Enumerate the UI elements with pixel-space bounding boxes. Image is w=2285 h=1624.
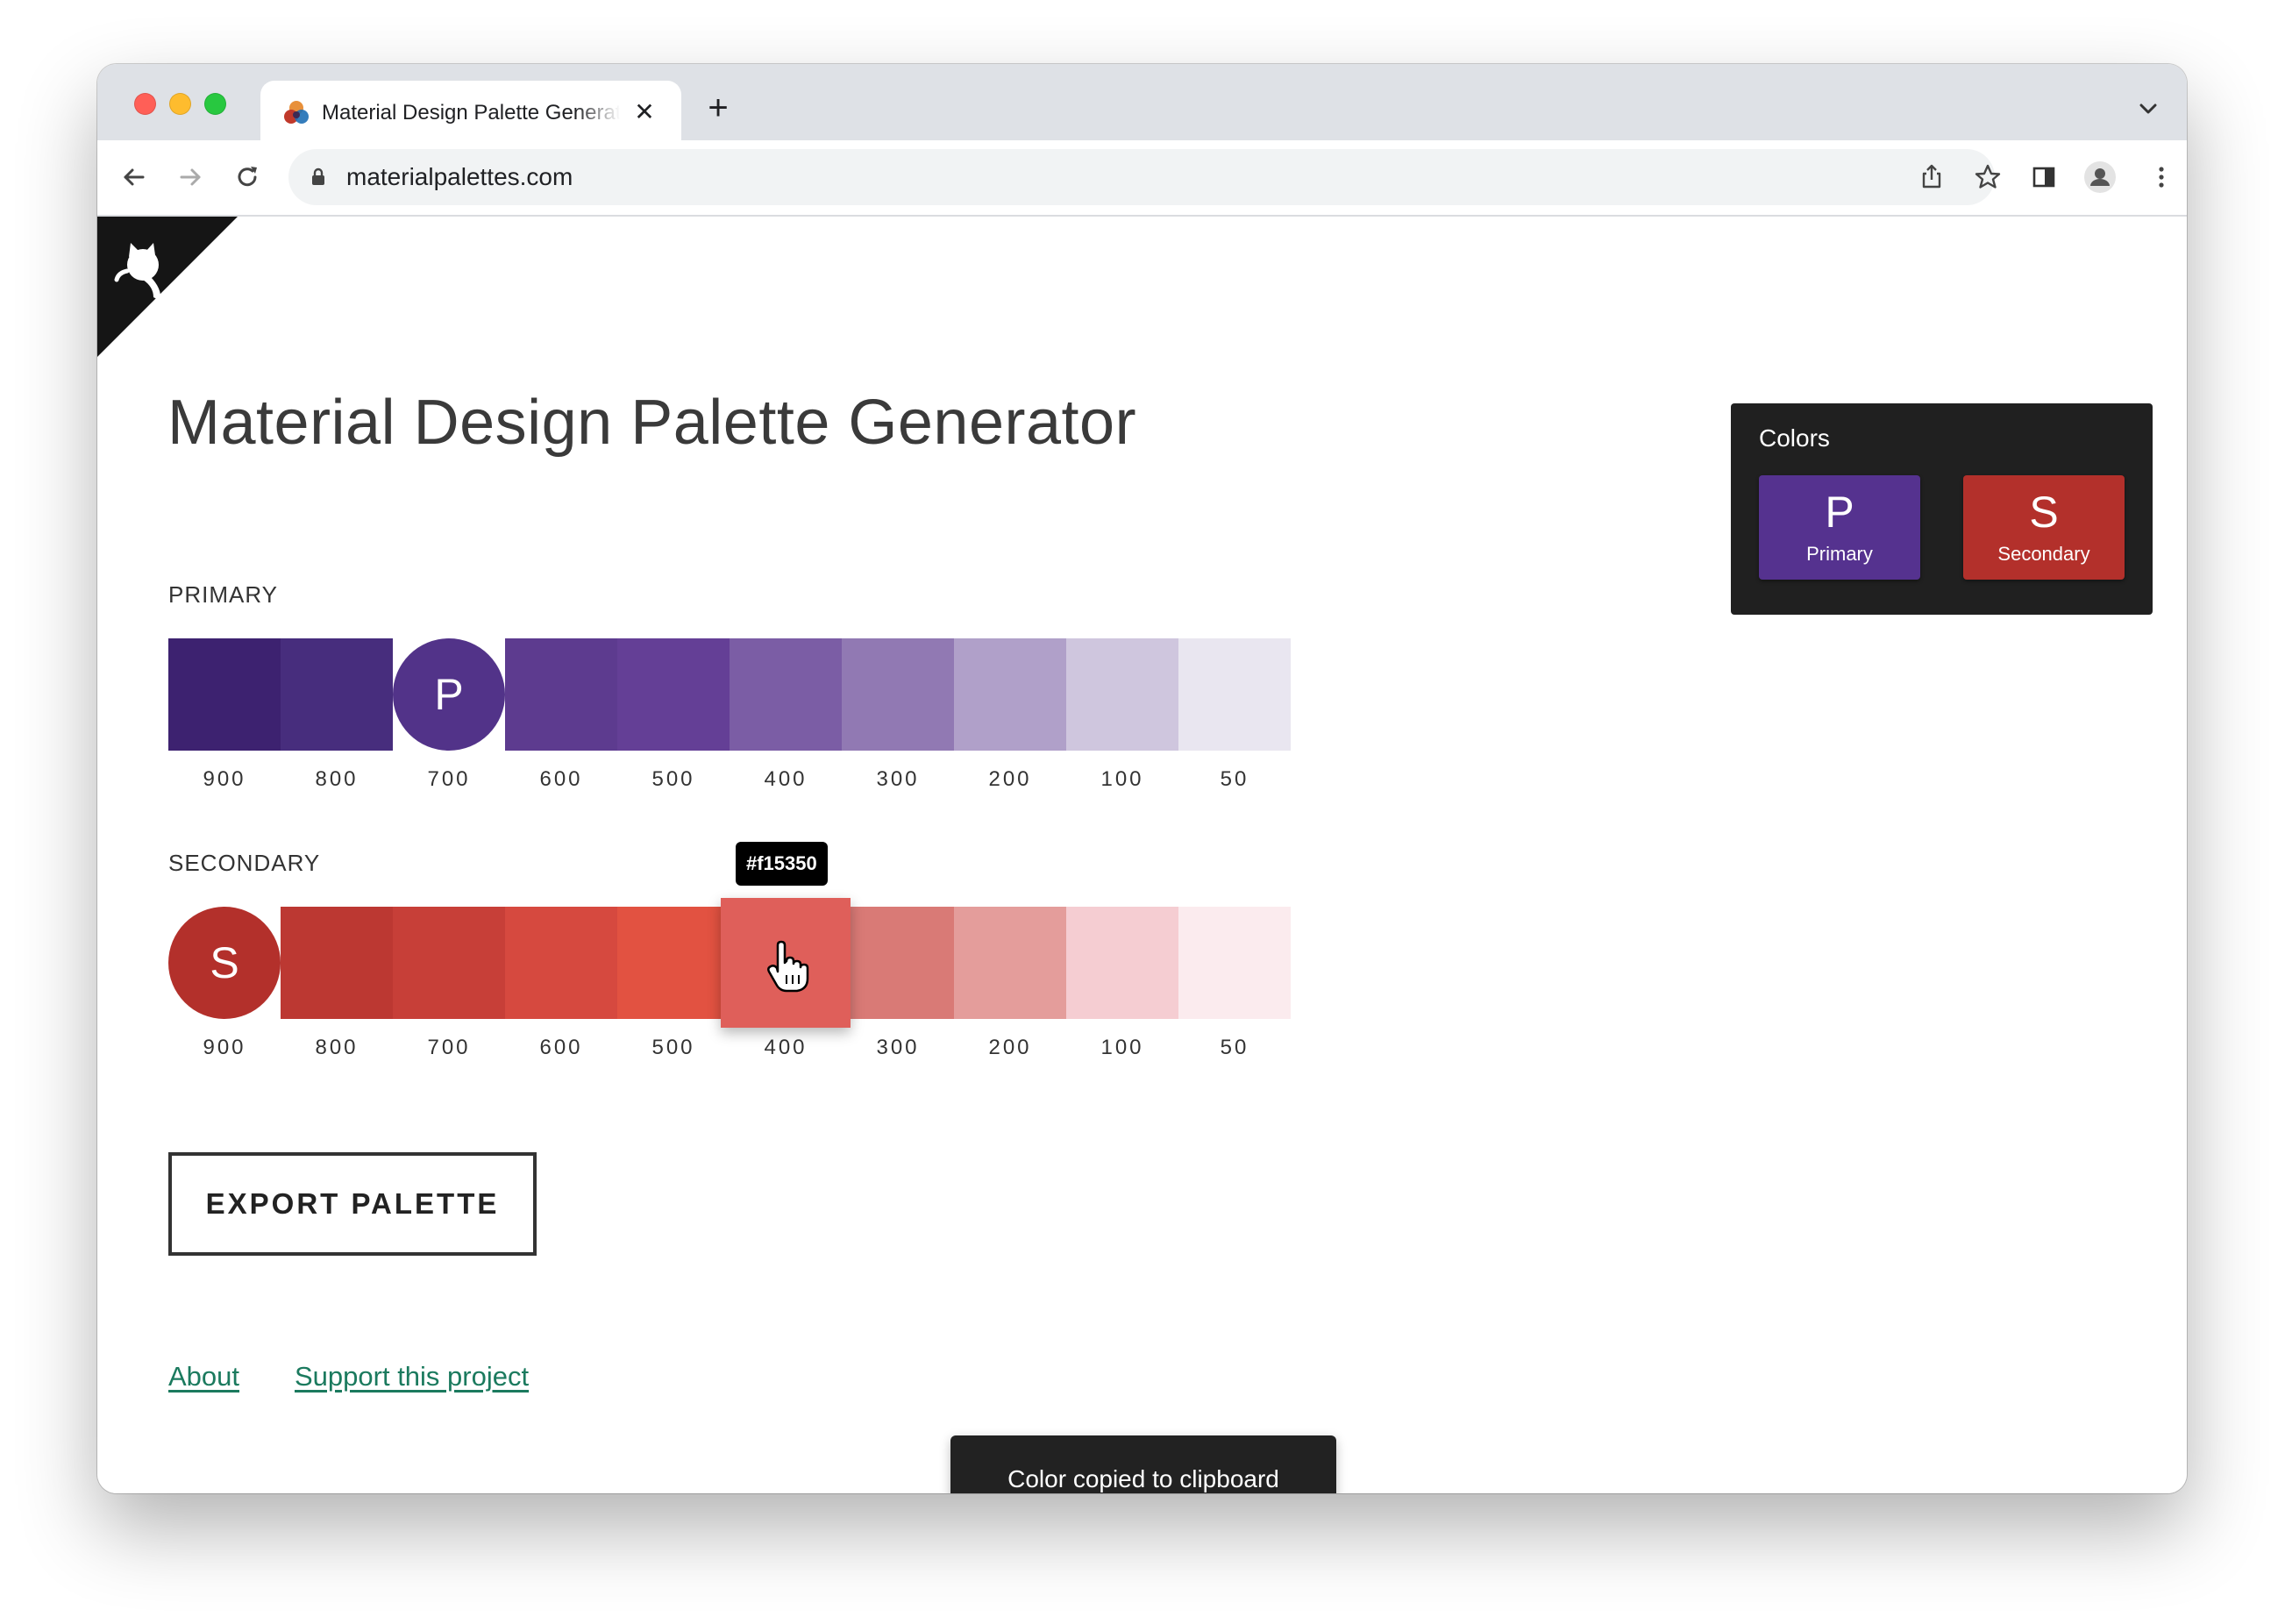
secondary-swatch-900[interactable]: S [168, 907, 281, 1019]
primary-shade-label-200: 200 [988, 767, 1032, 791]
secondary-swatch-100[interactable] [1066, 907, 1178, 1019]
address-bar[interactable]: materialpalettes.com [288, 149, 1995, 205]
tab-title: Material Design Palette Generator [322, 101, 620, 125]
primary-shade-label-600: 600 [539, 767, 583, 791]
primary-chip-label: Primary [1806, 543, 1873, 565]
side-panel-icon[interactable] [2026, 160, 2061, 195]
primary-color-chip[interactable]: P Primary [1759, 475, 1920, 580]
secondary-shade-label-800: 800 [315, 1036, 359, 1059]
secondary-shade-label-50: 50 [1220, 1036, 1249, 1059]
primary-shade-label-500: 500 [651, 767, 695, 791]
profile-avatar-icon[interactable] [2082, 160, 2118, 195]
primary-swatch-400[interactable] [730, 638, 842, 751]
hand-pointer-cursor-icon [767, 940, 809, 993]
support-project-link[interactable]: Support this project [295, 1361, 529, 1393]
primary-shade-label-50: 50 [1220, 767, 1249, 791]
forward-arrow-icon[interactable] [173, 160, 208, 195]
window-minimize-button[interactable] [169, 93, 191, 115]
lock-icon [312, 167, 324, 185]
secondary-shade-label-600: 600 [539, 1036, 583, 1059]
browser-toolbar: materialpalettes.com [97, 140, 2187, 217]
color-hex-tooltip: #f15350 [736, 842, 828, 886]
export-palette-button[interactable]: EXPORT PALETTE [168, 1152, 537, 1256]
primary-swatch-200[interactable] [954, 638, 1066, 751]
primary-chip-letter: P [1825, 488, 1854, 537]
primary-swatch-500[interactable] [617, 638, 730, 751]
window-close-button[interactable] [134, 93, 156, 115]
secondary-section-label: SECONDARY [168, 850, 321, 876]
browser-tab[interactable]: Material Design Palette Generator ✕ [260, 81, 681, 140]
primary-swatch-300[interactable] [842, 638, 954, 751]
reload-icon[interactable] [230, 160, 265, 195]
secondary-shade-label-700: 700 [427, 1036, 471, 1059]
secondary-swatch-800[interactable] [281, 907, 393, 1019]
menu-dots-icon[interactable] [2144, 160, 2179, 195]
github-corner-link[interactable] [97, 217, 238, 357]
secondary-shade-label-300: 300 [876, 1036, 920, 1059]
secondary-swatch-letter: S [210, 938, 239, 987]
secondary-swatch-600[interactable] [505, 907, 617, 1019]
browser-window: Material Design Palette Generator ✕ + ma… [97, 64, 2187, 1493]
tab-close-icon[interactable]: ✕ [629, 96, 660, 128]
primary-shade-label-100: 100 [1100, 767, 1144, 791]
secondary-palette-row: S [168, 898, 1291, 1028]
primary-palette-row: P [168, 638, 1291, 751]
secondary-color-chip[interactable]: S Secondary [1963, 475, 2125, 580]
colors-panel-title: Colors [1759, 424, 1830, 452]
window-maximize-button[interactable] [204, 93, 226, 115]
page-title: Material Design Palette Generator [167, 388, 1137, 458]
page-content: Material Design Palette Generator PRIMAR… [97, 217, 2187, 1493]
primary-swatch-letter: P [434, 670, 464, 719]
back-arrow-icon[interactable] [117, 160, 152, 195]
primary-swatch-900[interactable] [168, 638, 281, 751]
secondary-shade-label-100: 100 [1100, 1036, 1144, 1059]
colors-panel: Colors P Primary S Secondary [1731, 403, 2153, 615]
primary-swatch-100[interactable] [1066, 638, 1178, 751]
secondary-swatch-50[interactable] [1178, 907, 1291, 1019]
palette-favicon-icon [284, 101, 309, 124]
new-tab-button[interactable]: + [701, 90, 736, 125]
primary-swatch-50[interactable] [1178, 638, 1291, 751]
primary-shade-label-700: 700 [427, 767, 471, 791]
secondary-swatch-500[interactable] [617, 907, 730, 1019]
primary-swatch-700[interactable]: P [393, 638, 505, 751]
snackbar: Color copied to clipboard [950, 1435, 1336, 1493]
primary-shade-label-900: 900 [203, 767, 246, 791]
secondary-chip-letter: S [2029, 488, 2059, 537]
primary-swatch-800[interactable] [281, 638, 393, 751]
secondary-shade-label-500: 500 [651, 1036, 695, 1059]
primary-section-label: PRIMARY [168, 581, 278, 608]
tab-search-chevron-icon[interactable] [2135, 96, 2161, 122]
about-link[interactable]: About [168, 1361, 239, 1393]
secondary-swatch-700[interactable] [393, 907, 505, 1019]
secondary-swatch-200[interactable] [954, 907, 1066, 1019]
share-icon[interactable] [1914, 160, 1949, 195]
primary-shade-label-300: 300 [876, 767, 920, 791]
secondary-shade-label-900: 900 [203, 1036, 246, 1059]
secondary-swatch-300[interactable] [842, 907, 954, 1019]
primary-shade-label-800: 800 [315, 767, 359, 791]
secondary-shade-label-200: 200 [988, 1036, 1032, 1059]
tab-strip: Material Design Palette Generator ✕ + [97, 64, 2187, 140]
primary-swatch-600[interactable] [505, 638, 617, 751]
secondary-chip-label: Secondary [1997, 543, 2090, 565]
secondary-shade-label-400: 400 [764, 1036, 808, 1059]
primary-shade-label-400: 400 [764, 767, 808, 791]
bookmark-star-icon[interactable] [1970, 160, 2005, 195]
url-text: materialpalettes.com [346, 163, 573, 190]
